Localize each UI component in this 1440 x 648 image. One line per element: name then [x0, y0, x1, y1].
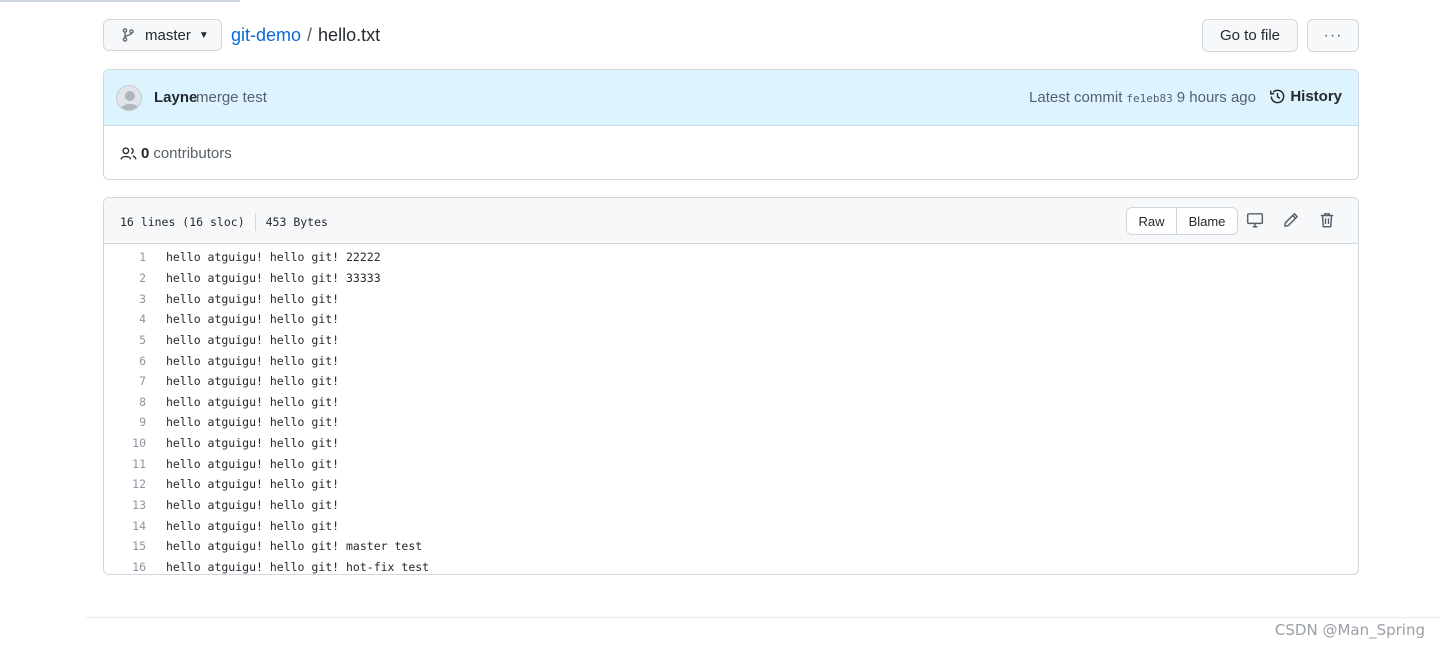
line-number[interactable]: 7	[104, 374, 166, 388]
code-line: 2 hello atguigu! hello git! 33333	[104, 268, 1358, 289]
line-content: hello atguigu! hello git!	[166, 353, 340, 368]
line-number[interactable]: 4	[104, 312, 166, 326]
blame-button[interactable]: Blame	[1177, 208, 1237, 234]
line-number[interactable]: 6	[104, 354, 166, 368]
code-line: 14 hello atguigu! hello git!	[104, 515, 1358, 536]
line-number[interactable]: 13	[104, 498, 166, 512]
line-content: hello atguigu! hello git!	[166, 518, 340, 533]
repo-link[interactable]: git-demo	[231, 25, 301, 46]
line-number[interactable]: 1	[104, 250, 166, 264]
history-icon	[1269, 88, 1286, 105]
people-icon	[120, 145, 137, 162]
line-content: hello atguigu! hello git!	[166, 394, 340, 409]
commit-message[interactable]: merge test	[196, 89, 267, 106]
commit-meta: Latest commit fe1eb83 9 hours ago	[1029, 89, 1256, 106]
breadcrumb-separator: /	[307, 25, 313, 45]
line-number[interactable]: 16	[104, 560, 166, 574]
line-number[interactable]: 2	[104, 271, 166, 285]
line-number[interactable]: 10	[104, 436, 166, 450]
raw-button[interactable]: Raw	[1127, 208, 1177, 234]
line-content: hello atguigu! hello git! 33333	[166, 270, 381, 285]
code-line: 5 hello atguigu! hello git!	[104, 330, 1358, 351]
breadcrumb: git-demo / hello.txt	[231, 25, 380, 46]
code-line: 16 hello atguigu! hello git! hot-fix test	[104, 557, 1358, 574]
more-options-button[interactable]: ···	[1307, 19, 1359, 52]
latest-commit-label: Latest commit	[1029, 89, 1123, 106]
code-lines: 1 hello atguigu! hello git! 22222 2 hello a…	[104, 244, 1358, 574]
file-lines-info: 16 lines (16 sloc)	[120, 215, 245, 229]
latest-commit-row: Layne merge test Latest commit fe1eb83 9…	[104, 70, 1358, 126]
kebab-horizontal-icon: ···	[1323, 26, 1343, 44]
line-number[interactable]: 8	[104, 395, 166, 409]
go-to-file-button[interactable]: Go to file	[1202, 19, 1298, 52]
code-line: 9 hello atguigu! hello git!	[104, 412, 1358, 433]
file-info: 16 lines (16 sloc) 453 Bytes	[120, 213, 328, 231]
line-content: hello atguigu! hello git!	[166, 332, 340, 347]
commit-sha[interactable]: fe1eb83	[1126, 92, 1172, 105]
line-content: hello atguigu! hello git!	[166, 436, 340, 451]
line-content: hello atguigu! hello git!	[166, 477, 340, 492]
line-number[interactable]: 9	[104, 415, 166, 429]
contributors-count: 0	[141, 144, 150, 162]
line-content: hello atguigu! hello git!	[166, 291, 340, 306]
line-content: hello atguigu! hello git!	[166, 456, 340, 471]
line-content: hello atguigu! hello git!	[166, 312, 340, 327]
file-viewer: 16 lines (16 sloc) 453 Bytes Raw Blame 1…	[103, 197, 1359, 575]
commit-box: Layne merge test Latest commit fe1eb83 9…	[103, 69, 1359, 180]
line-number[interactable]: 5	[104, 333, 166, 347]
contributors-label: contributors	[153, 144, 232, 162]
code-line: 1 hello atguigu! hello git! 22222	[104, 247, 1358, 268]
line-content: hello atguigu! hello git! 22222	[166, 250, 381, 265]
commit-time: 9 hours ago	[1176, 89, 1256, 106]
commit-author[interactable]: Layne	[154, 89, 197, 106]
code-line: 10 hello atguigu! hello git!	[104, 433, 1358, 454]
code-line: 8 hello atguigu! hello git!	[104, 391, 1358, 412]
line-content: hello atguigu! hello git! hot-fix test	[166, 559, 430, 574]
file-size: 453 Bytes	[265, 215, 328, 229]
desktop-icon[interactable]	[1246, 211, 1264, 229]
line-number[interactable]: 14	[104, 519, 166, 533]
code-line: 11 hello atguigu! hello git!	[104, 453, 1358, 474]
chevron-down-icon: ▼	[198, 29, 209, 41]
file-name: hello.txt	[318, 25, 381, 45]
line-number[interactable]: 15	[104, 539, 166, 553]
code-line: 13 hello atguigu! hello git!	[104, 495, 1358, 516]
trash-icon[interactable]	[1318, 211, 1336, 229]
footer-divider	[86, 617, 1440, 618]
code-line: 12 hello atguigu! hello git!	[104, 474, 1358, 495]
code-line: 3 hello atguigu! hello git!	[104, 288, 1358, 309]
file-info-divider	[254, 213, 256, 231]
code-line: 7 hello atguigu! hello git!	[104, 371, 1358, 392]
file-actions-group: Raw Blame	[1126, 207, 1238, 235]
line-content: hello atguigu! hello git! master test	[166, 539, 423, 554]
history-link[interactable]: History	[1269, 88, 1342, 105]
branch-name: master	[145, 26, 191, 44]
branch-select-button[interactable]: master ▼	[103, 19, 222, 51]
pencil-icon[interactable]	[1282, 211, 1300, 229]
line-content: hello atguigu! hello git!	[166, 415, 340, 430]
avatar[interactable]	[116, 85, 142, 111]
line-number[interactable]: 3	[104, 292, 166, 306]
file-header: 16 lines (16 sloc) 453 Bytes Raw Blame	[104, 198, 1358, 244]
line-content: hello atguigu! hello git!	[166, 498, 340, 512]
page: master ▼ git-demo / hello.txt Go to file…	[0, 0, 1440, 648]
line-content: hello atguigu! hello git!	[166, 374, 340, 389]
code-line: 15 hello atguigu! hello git! master test	[104, 536, 1358, 557]
file-navigation: master ▼ git-demo / hello.txt Go to file…	[103, 19, 1359, 53]
line-number[interactable]: 12	[104, 477, 166, 491]
history-label: History	[1290, 88, 1342, 105]
git-branch-icon	[120, 27, 136, 43]
line-number[interactable]: 11	[104, 457, 166, 471]
watermark: CSDN @Man_Spring	[1274, 621, 1425, 639]
code-line: 4 hello atguigu! hello git!	[104, 309, 1358, 330]
contributors-row[interactable]: 0 contributors	[104, 126, 1358, 179]
code-line: 6 hello atguigu! hello git!	[104, 350, 1358, 371]
loading-bar	[0, 0, 240, 2]
